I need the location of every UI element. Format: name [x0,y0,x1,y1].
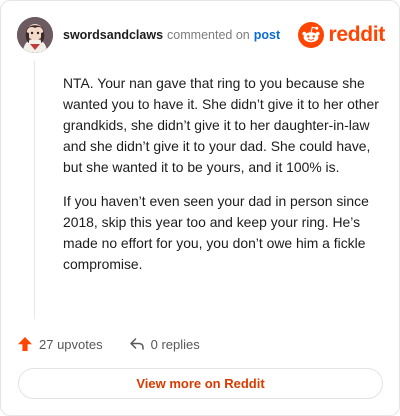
byline-verb: commented on [167,28,250,42]
post-link[interactable]: post [254,27,280,43]
upvote-arrow-icon [18,337,32,351]
comment-body: NTA. Your nan gave that ring to you beca… [63,73,383,288]
avatar-image [17,17,53,53]
reddit-snoo-icon [298,22,325,48]
upvote-count: 27 upvotes [39,336,103,352]
thread-line [34,61,35,319]
reply-arrow-icon [129,338,144,350]
comment-actions: 27 upvotes 0 replies [17,334,200,354]
reddit-wordmark: reddit [328,23,385,46]
upvote-button[interactable]: 27 upvotes [17,336,103,352]
reply-count: 0 replies [150,336,200,352]
replies-button[interactable]: 0 replies [129,336,200,352]
view-more-button[interactable]: View more on Reddit [18,368,383,399]
comment-byline: swordsandclaws commented on post [63,27,280,43]
embedded-comment-card: swordsandclaws commented on post reddit … [0,0,400,416]
avatar[interactable] [17,17,53,53]
comment-header: swordsandclaws commented on post reddit [17,15,385,55]
reddit-brand-link[interactable]: reddit [298,22,385,48]
comment-paragraph-2: If you haven’t even seen your dad in per… [63,193,369,272]
comment-paragraph-1: NTA. Your nan gave that ring to you beca… [63,75,379,175]
username-link[interactable]: swordsandclaws [63,27,163,43]
